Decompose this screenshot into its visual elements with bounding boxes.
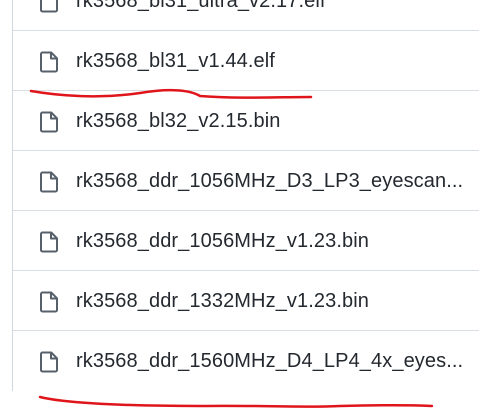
file-name[interactable]: rk3568_bl31_v1.44.elf <box>76 48 275 74</box>
list-item[interactable]: rk3568_ddr_1056MHz_v1.23.bin <box>13 211 479 271</box>
file-icon <box>40 171 59 193</box>
file-browser-page: rk3568_bl31_ultra_v2.17.elf rk3568_bl31_… <box>0 0 479 412</box>
file-name[interactable]: rk3568_bl32_v2.15.bin <box>76 108 280 134</box>
list-item[interactable]: rk3568_ddr_1332MHz_v1.23.bin <box>13 271 479 331</box>
file-name[interactable]: rk3568_ddr_1332MHz_v1.23.bin <box>76 288 369 314</box>
file-name[interactable]: rk3568_bl31_ultra_v2.17.elf <box>76 0 326 14</box>
list-item[interactable]: rk3568_bl31_ultra_v2.17.elf <box>13 0 479 31</box>
list-item[interactable]: rk3568_bl31_v1.44.elf <box>13 31 479 91</box>
list-item[interactable]: rk3568_bl32_v2.15.bin <box>13 91 479 151</box>
file-icon <box>40 291 59 313</box>
file-name[interactable]: rk3568_ddr_1560MHz_D4_LP4_4x_eyes... <box>76 348 463 374</box>
file-icon <box>40 231 59 253</box>
list-item[interactable]: rk3568_ddr_1056MHz_D3_LP3_eyescan... <box>13 151 479 211</box>
file-list: rk3568_bl31_ultra_v2.17.elf rk3568_bl31_… <box>12 0 479 391</box>
file-name[interactable]: rk3568_ddr_1056MHz_v1.23.bin <box>76 228 369 254</box>
red-underline-annotation <box>38 395 434 408</box>
file-icon <box>40 0 59 13</box>
file-icon <box>40 111 59 133</box>
file-icon <box>40 351 59 373</box>
list-item[interactable]: rk3568_ddr_1560MHz_D4_LP4_4x_eyes... <box>13 331 479 391</box>
file-icon <box>40 51 59 73</box>
file-name[interactable]: rk3568_ddr_1056MHz_D3_LP3_eyescan... <box>76 168 463 194</box>
